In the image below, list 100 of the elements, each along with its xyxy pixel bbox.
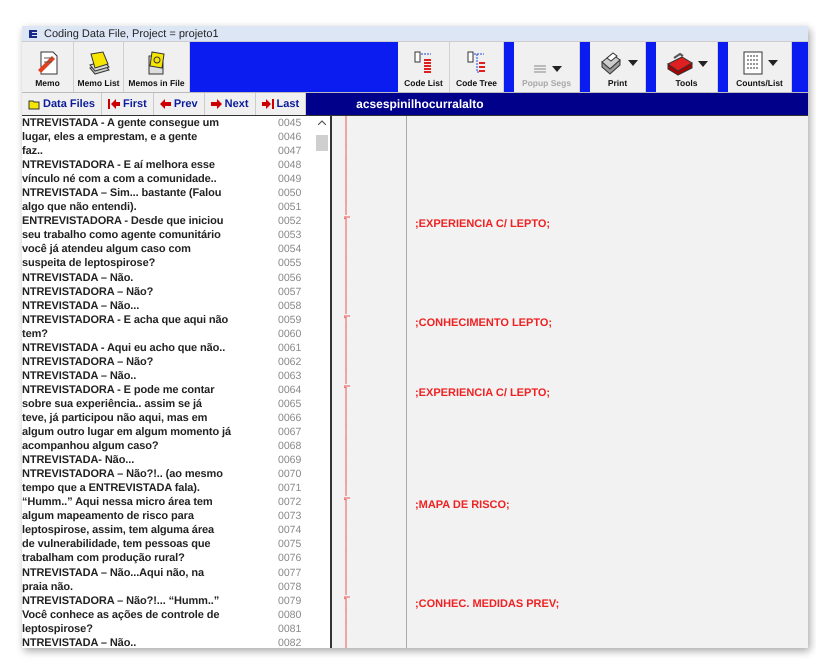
toolbar-spacer <box>646 42 656 92</box>
line-number: 0058 <box>278 300 302 312</box>
last-arrow-icon <box>262 99 274 109</box>
line-number: 0063 <box>278 370 302 382</box>
scroll-thumb[interactable] <box>316 135 328 151</box>
transcript-line: NTREVISTADA – Não...Aqui não, na <box>22 566 206 579</box>
list-icon <box>742 50 764 76</box>
transcript-line: faz.. <box>22 145 44 158</box>
line-number: 0072 <box>278 496 302 508</box>
code-label[interactable]: ;CONHECIMENTO LEPTO; <box>415 316 552 329</box>
line-number: 0076 <box>278 552 302 564</box>
transcript-line: sobre sua experiência.. assim se já <box>22 398 203 410</box>
transcript-line: NTREVISTADORA – Não? <box>22 286 154 298</box>
line-number: 0061 <box>278 342 302 354</box>
transcript-line: NTREVISTADORA – Não?!.. (ao mesmo <box>22 468 224 480</box>
caret-icon <box>628 60 638 66</box>
line-number: 0047 <box>278 145 302 158</box>
line-number: 0059 <box>278 314 302 326</box>
line-number: 0056 <box>278 272 302 284</box>
line-number: 0078 <box>278 580 302 593</box>
transcript-line: NTREVISTADA – Não... <box>22 300 140 312</box>
toolbox-icon <box>666 52 694 76</box>
transcript-line: acompanhou algum caso? <box>22 440 160 452</box>
transcript-line: NTREVISTADA – Não.. <box>22 370 138 382</box>
transcript-line: “Humm..” Aqui nessa micro área tem <box>22 496 214 508</box>
transcript-line: NTREVISTADA – Não. <box>22 272 134 284</box>
line-number: 0062 <box>278 356 302 368</box>
toolbar-spacer <box>792 42 808 92</box>
caret-icon <box>768 60 778 66</box>
line-number: 0050 <box>278 187 302 200</box>
scrollbar[interactable] <box>314 116 332 648</box>
transcript-line: NTREVISTADA- Não... <box>22 454 136 466</box>
transcript-line: NTREVISTADORA – Não?!... “Humm..” <box>22 594 220 607</box>
line-number: 0064 <box>278 384 302 396</box>
window-title: Coding Data File, Project = projeto1 <box>44 28 219 40</box>
first-arrow-icon <box>108 99 120 109</box>
caret-icon <box>698 61 708 67</box>
transcript-line: suspeita de leptospirose? <box>22 257 156 270</box>
transcript-line: algum outro lugar em algum momento já <box>22 426 232 438</box>
left-arrow-icon <box>160 99 171 109</box>
transcript-line: vínculo né com a com a comunidade.. <box>22 173 218 186</box>
code-label[interactable]: ;MAPA DE RISCO; <box>415 499 510 512</box>
toolbar-spacer <box>580 42 590 92</box>
line-number: 0054 <box>278 243 302 256</box>
transcript-line: leptospirose? <box>22 622 94 635</box>
caret-icon <box>552 66 562 72</box>
line-number: 0048 <box>278 159 302 172</box>
right-arrow-icon <box>210 99 222 109</box>
line-number: 0045 <box>278 117 302 130</box>
line-number: 0080 <box>278 608 302 621</box>
scroll-up-icon[interactable] <box>318 120 326 125</box>
segments-icon <box>532 62 548 76</box>
line-number: 0068 <box>278 440 302 452</box>
transcript-line: praia não. <box>22 580 74 593</box>
line-number: 0057 <box>278 286 302 298</box>
transcript-line: ENTREVISTADORA - Desde que iniciou <box>22 215 224 228</box>
transcript-line: NTREVISTADORA – Não? <box>22 356 154 368</box>
line-number: 0079 <box>278 594 302 607</box>
line-number: 0052 <box>278 215 302 228</box>
line-number: 0060 <box>278 328 302 340</box>
transcript-line: algum mapeamento de risco para <box>22 510 195 522</box>
transcript-line: você já atendeu algum caso com <box>22 243 192 256</box>
line-number: 0073 <box>278 510 302 522</box>
folder-icon <box>28 98 40 110</box>
line-number: 0069 <box>278 454 302 466</box>
transcript-line: NTREVISTADA – Sim... bastante (Falou <box>22 187 222 200</box>
code-label[interactable]: ;EXPERIENCIA C/ LEPTO; <box>415 386 550 399</box>
transcript-line: leptospirose, assim, tem alguma área <box>22 524 216 536</box>
transcript-line: NTREVISTADORA - E pode me contar <box>22 384 216 396</box>
transcript-line: NTREVISTADORA - E aí melhora esse <box>22 159 216 172</box>
line-number: 0081 <box>278 622 302 635</box>
line-number: 0066 <box>278 412 302 424</box>
line-number: 0051 <box>278 201 302 214</box>
transcript-line: NTREVISTADORA - E acha que aqui não <box>22 314 230 326</box>
app-icon <box>28 28 38 38</box>
toolbar-spacer <box>718 42 728 92</box>
transcript-line: de vulnerabilidade, tem pessoas que <box>22 538 212 550</box>
line-number: 0067 <box>278 426 302 438</box>
code-label[interactable]: ;CONHEC. MEDIDAS PREV; <box>415 598 560 610</box>
line-number: 0046 <box>278 131 302 144</box>
line-number: 0071 <box>278 482 302 494</box>
toolbar-spacer <box>504 42 514 92</box>
line-number: 0070 <box>278 468 302 480</box>
transcript-line: teve, já participou não aqui, mas em <box>22 412 208 424</box>
line-number: 0074 <box>278 524 302 536</box>
transcript-line: seu trabalho como agente comunitário <box>22 229 222 242</box>
line-number: 0077 <box>278 566 302 579</box>
transcript-line: tempo que a ENTREVISTADA fala). <box>22 482 201 494</box>
line-number: 0065 <box>278 398 302 410</box>
line-number: 0055 <box>278 257 302 270</box>
line-number: 0075 <box>278 538 302 550</box>
line-number: 0053 <box>278 229 302 242</box>
file-name: acsespinilhocurralalto <box>356 97 484 111</box>
code-label[interactable]: ;EXPERIENCIA C/ LEPTO; <box>415 218 550 230</box>
transcript-line: lugar, eles a emprestam, e a gente <box>22 131 198 144</box>
transcript-line: NTREVISTADA – Não.. <box>22 636 138 648</box>
transcript-line: NTREVISTADA - A gente consegue um <box>22 117 220 130</box>
transcript-line: algo que não entendi). <box>22 201 138 214</box>
transcript-line: NTREVISTADA - Aqui eu acho que não.. <box>22 342 226 354</box>
line-number: 0049 <box>278 173 302 186</box>
